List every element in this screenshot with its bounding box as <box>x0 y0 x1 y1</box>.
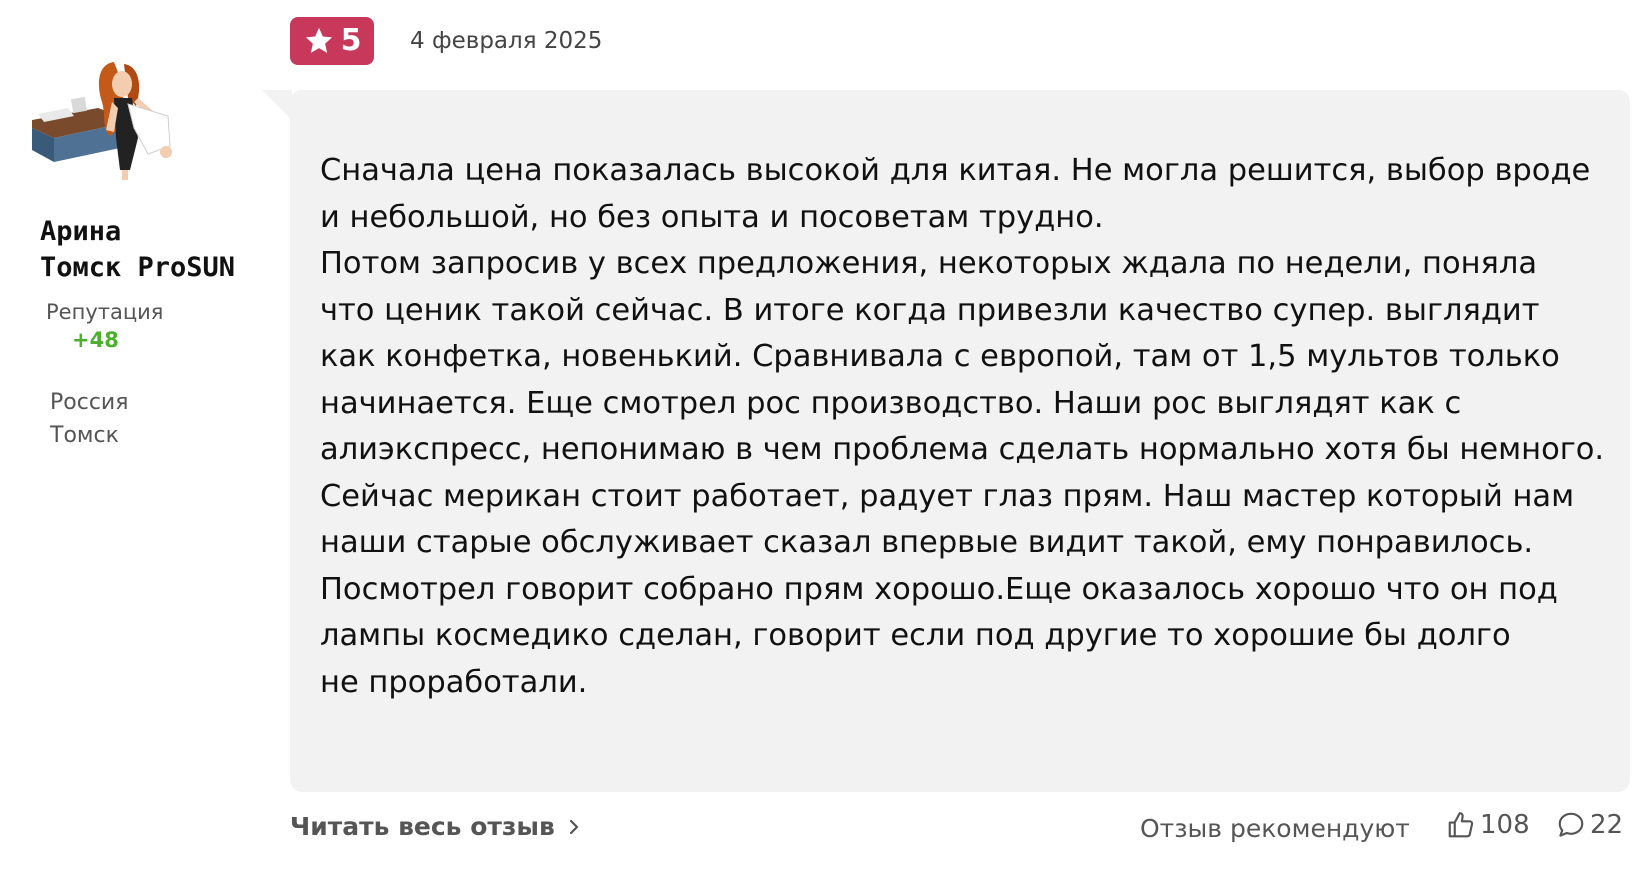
review-line: не проработали. <box>320 664 588 700</box>
review-date: 4 февраля 2025 <box>410 28 603 54</box>
rating-value: 5 <box>340 23 362 58</box>
review-line: Сейчас мерикан стоит работает, радует гл… <box>320 478 1575 514</box>
recommend-label: Отзыв рекомендуют <box>1140 814 1410 843</box>
rating-badge: 5 <box>290 17 374 65</box>
chevron-right-icon <box>569 819 578 834</box>
review-line: начинается. Еще смотрел рос производство… <box>320 385 1462 421</box>
review-line: и небольшой, но без опыта и посоветам тр… <box>320 199 1104 235</box>
review-line: алиэкспресс, непонимаю в чем проблема сд… <box>320 432 1605 467</box>
comments-count: 22 <box>1590 810 1624 840</box>
review-line: Посмотрел говорит собрано прям хорошо.Ещ… <box>320 571 1558 607</box>
reputation-value: +48 <box>72 328 119 352</box>
review-card: Арина Томск ProSUN Репутация +48 Россия … <box>0 0 1652 870</box>
review-text: Сначала цена показалась высокой для кита… <box>320 148 1620 706</box>
review-line: Сначала цена показалась высокой для кита… <box>320 153 1591 188</box>
review-line: как конфетка, новенький. Сравнивала с ев… <box>320 339 1560 374</box>
user-name-line1[interactable]: Арина <box>40 214 260 250</box>
user-name-line2[interactable]: Томск ProSUN <box>40 250 260 286</box>
reputation-label: Репутация <box>46 300 164 324</box>
comment-bubble-icon <box>1558 812 1584 837</box>
read-full-review-link[interactable]: Читать весь отзыв <box>290 812 581 841</box>
comments-button[interactable]: 22 <box>1556 810 1623 840</box>
review-line: наши старые обслуживает сказал впервые в… <box>320 525 1534 560</box>
cartoon-woman-at-desk-avatar <box>32 62 172 180</box>
review-line: что ценик такой сейчас. В итоге когда пр… <box>320 292 1540 328</box>
user-name[interactable]: Арина Томск ProSUN <box>40 214 260 286</box>
review-line: Потом запросив у всех предложения, некот… <box>320 246 1538 281</box>
likes-count: 108 <box>1480 810 1530 840</box>
user-country: Россия <box>50 390 129 415</box>
review-line: лампы космедико сделан, говорит если под… <box>320 618 1511 653</box>
like-button[interactable]: 108 <box>1446 810 1530 840</box>
user-location: Россия Томск <box>50 386 128 452</box>
star-icon <box>305 27 332 53</box>
read-full-review-label[interactable]: Читать весь отзыв <box>290 812 555 841</box>
user-city: Томск <box>50 423 119 448</box>
thumbs-up-icon <box>1448 812 1474 838</box>
bubble-tail <box>262 90 292 120</box>
avatar[interactable] <box>28 58 184 180</box>
